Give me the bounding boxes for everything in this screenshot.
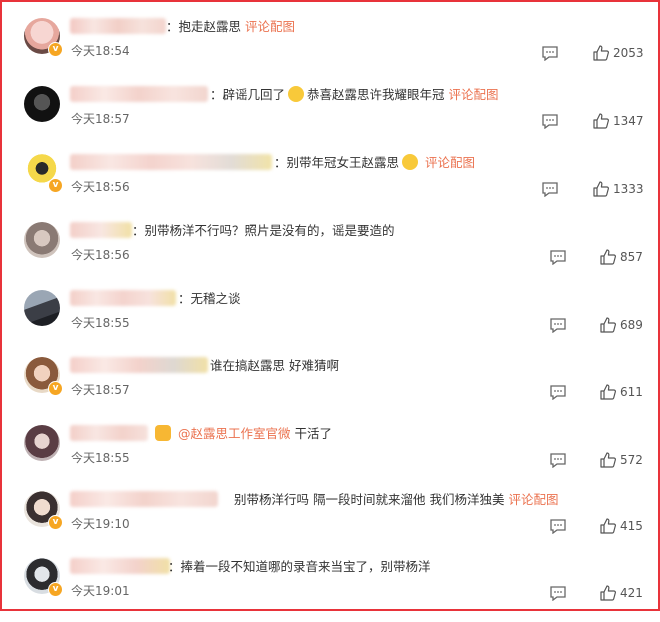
like-count: 611 (620, 385, 643, 399)
timestamp: 今天18:55 (71, 451, 130, 465)
timestamp: 今天18:57 (71, 383, 130, 397)
username-blurred[interactable] (70, 491, 218, 507)
like-count: 689 (620, 318, 643, 332)
avatar[interactable] (24, 425, 60, 461)
comment-text: 谁在搞赵露思 好难猜啊 (210, 358, 339, 373)
timestamp: 今天18:54 (71, 44, 130, 58)
username-blurred[interactable] (70, 290, 176, 306)
image-link[interactable]: 评论配图 (425, 155, 475, 170)
thumbs-up-icon[interactable] (600, 317, 616, 333)
like-count: 572 (620, 453, 643, 467)
like-count: 415 (620, 519, 643, 533)
username-blurred[interactable] (70, 86, 208, 102)
comment-bubble-icon[interactable] (542, 46, 558, 61)
vip-badge-icon: v (48, 178, 63, 193)
like-count: 1333 (613, 182, 644, 196)
crown-emoji-icon (155, 425, 171, 441)
username-blurred[interactable] (70, 425, 148, 441)
vip-badge-icon: v (48, 515, 63, 530)
comment-bubble-icon[interactable] (550, 385, 566, 400)
like-count: 421 (620, 586, 643, 600)
vip-badge-icon: v (48, 42, 63, 57)
comment-text: ：别带年冠女王赵露思 评论配图 (274, 154, 476, 170)
username-blurred[interactable] (70, 154, 272, 170)
timestamp: 今天18:56 (71, 248, 130, 262)
comment-bubble-icon[interactable] (542, 114, 558, 129)
comment-bubble-icon[interactable] (550, 586, 566, 601)
comment-text: ：辟谣几回了 恭喜赵露思许我耀眼年冠 评论配图 (210, 86, 499, 102)
comment-text: @赵露思工作室官微 干活了 (152, 425, 332, 443)
comment-item: @赵露思工作室官微 干活了 今天18:55 572 (2, 423, 658, 489)
avatar[interactable] (24, 86, 60, 122)
smile-emoji-icon (402, 154, 419, 170)
like-count: 2053 (613, 46, 644, 60)
username-blurred[interactable] (70, 18, 166, 34)
username-blurred[interactable] (70, 558, 170, 574)
thumbs-up-icon[interactable] (593, 113, 609, 129)
vip-badge-icon: v (48, 381, 63, 396)
avatar[interactable] (24, 222, 60, 258)
comment-item: ：辟谣几回了 恭喜赵露思许我耀眼年冠 评论配图 今天18:57 1347 (2, 84, 658, 150)
like-count: 857 (620, 250, 643, 264)
timestamp: 今天18:56 (71, 180, 130, 194)
thumbs-up-icon[interactable] (600, 518, 616, 534)
username-blurred[interactable] (70, 222, 132, 238)
comment-text: ：抱走赵露思 评论配图 (166, 19, 296, 34)
comment-bubble-icon[interactable] (550, 519, 566, 534)
image-link[interactable]: 评论配图 (245, 19, 295, 34)
comment-bubble-icon[interactable] (550, 250, 566, 265)
vip-badge-icon: v (48, 582, 63, 597)
timestamp: 今天18:55 (71, 316, 130, 330)
thumbs-up-icon[interactable] (600, 249, 616, 265)
comment-text: ：捧着一段不知道哪的录音来当宝了，别带杨洋 (168, 559, 431, 574)
comment-item: v ：抱走赵露思 评论配图 今天18:54 2053 (2, 16, 658, 82)
timestamp: 今天19:01 (71, 584, 130, 598)
mention-link[interactable]: @赵露思工作室官微 (178, 426, 291, 441)
comment-text: 别带杨洋行吗 隔一段时间就来溜他 我们杨洋独美 评论配图 (234, 492, 559, 507)
comment-item: v ：别带年冠女王赵露思 评论配图 今天18:56 1333 (2, 152, 658, 218)
comment-item: v 谁在搞赵露思 好难猜啊 今天18:57 611 (2, 355, 658, 421)
comment-item: v ：捧着一段不知道哪的录音来当宝了，别带杨洋 今天19:01 421 (2, 556, 658, 622)
image-link[interactable]: 评论配图 (449, 87, 499, 102)
thumbs-up-icon[interactable] (593, 181, 609, 197)
thumbs-up-icon[interactable] (600, 585, 616, 601)
thumbs-up-icon[interactable] (600, 452, 616, 468)
like-count: 1347 (613, 114, 644, 128)
timestamp: 今天19:10 (71, 517, 130, 531)
comment-item: ：别带杨洋不行吗？照片是没有的，谣是要造的 今天18:56 857 (2, 220, 658, 286)
thumbs-up-icon[interactable] (593, 45, 609, 61)
timestamp: 今天18:57 (71, 112, 130, 126)
comment-text: ：别带杨洋不行吗？照片是没有的，谣是要造的 (132, 223, 395, 238)
grin-emoji-icon (288, 86, 305, 102)
comment-bubble-icon[interactable] (542, 182, 558, 197)
avatar[interactable] (24, 290, 60, 326)
comment-item: v 别带杨洋行吗 隔一段时间就来溜他 我们杨洋独美 评论配图 今天19:10 4… (2, 489, 658, 555)
username-blurred[interactable] (70, 357, 208, 373)
comment-bubble-icon[interactable] (550, 453, 566, 468)
image-link[interactable]: 评论配图 (508, 492, 558, 507)
comment-bubble-icon[interactable] (550, 318, 566, 333)
comment-list: v ：抱走赵露思 评论配图 今天18:54 2053 ：辟谣几回了 恭喜赵露思许我… (0, 0, 660, 611)
thumbs-up-icon[interactable] (600, 384, 616, 400)
comment-item: ：无稽之谈 今天18:55 689 (2, 288, 658, 354)
comment-text: ：无稽之谈 (178, 291, 241, 306)
